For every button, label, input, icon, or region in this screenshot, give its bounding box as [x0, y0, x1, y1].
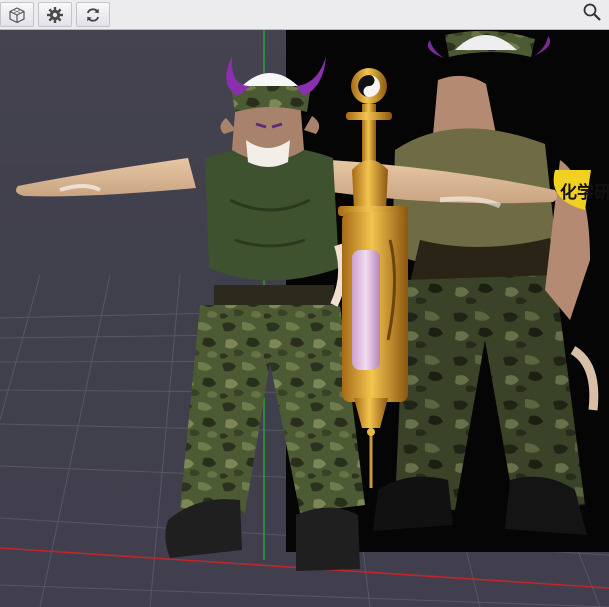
- search-icon: [582, 2, 602, 27]
- view-cube-button[interactable]: [0, 2, 34, 27]
- gear-icon: [46, 6, 64, 24]
- app-window: 化学研: [0, 0, 609, 607]
- armband-text: 化学研: [560, 182, 609, 203]
- search-button[interactable]: [577, 2, 607, 27]
- settings-button[interactable]: [38, 2, 72, 27]
- cube-icon: [8, 6, 26, 24]
- toolbar: [0, 0, 609, 30]
- 3d-viewport[interactable]: 化学研: [0, 30, 609, 607]
- refresh-icon: [84, 6, 102, 24]
- scene-canvas: 化学研: [0, 30, 609, 607]
- reset-view-button[interactable]: [76, 2, 110, 27]
